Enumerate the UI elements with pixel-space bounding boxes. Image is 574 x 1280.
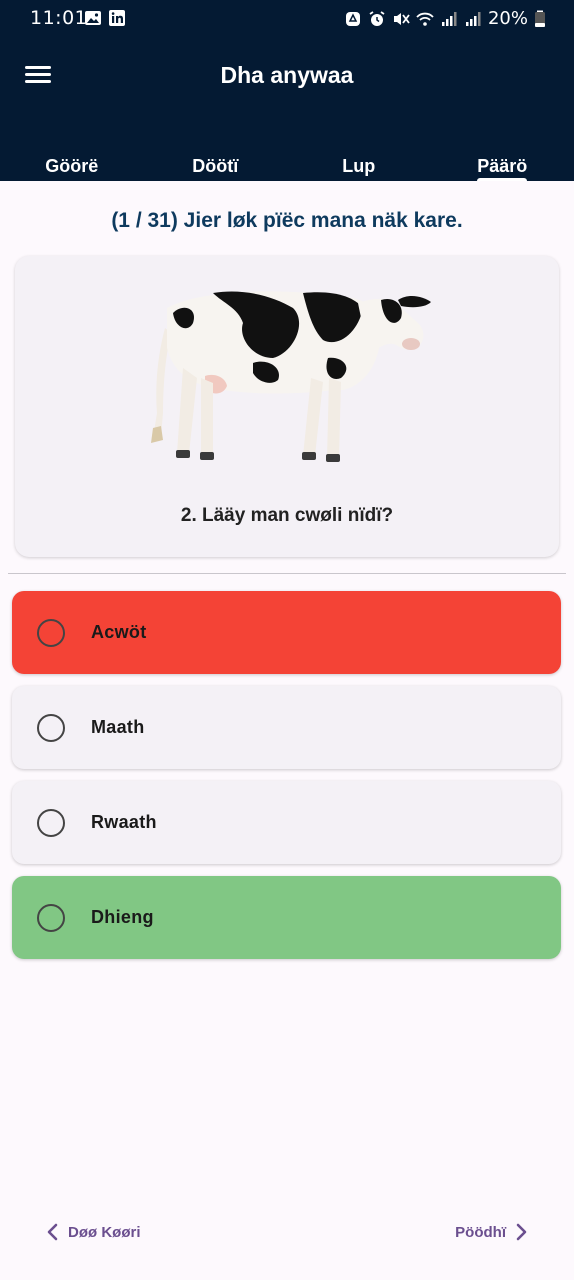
answer-option-dhieng[interactable]: Dhieng <box>12 876 561 959</box>
previous-label: Døø Køøri <box>68 1223 141 1241</box>
answer-option-rwaath[interactable]: Rwaath <box>12 781 561 864</box>
radio-icon[interactable] <box>37 714 65 742</box>
bottom-navigation: Døø Køøri Pöödhï <box>0 1214 574 1250</box>
gallery-icon <box>85 11 101 25</box>
answer-option-label: Acwöt <box>91 622 147 642</box>
wifi-icon <box>416 12 434 26</box>
battery-level: 20% <box>487 8 528 29</box>
battery-icon <box>535 10 545 27</box>
answer-option-maath[interactable]: Maath <box>12 686 561 769</box>
question-card: 2. Lääy man cwøli nïdï? <box>15 256 559 557</box>
next-label: Pöödhï <box>455 1223 506 1241</box>
signal-icon <box>465 11 481 26</box>
radio-icon[interactable] <box>37 904 65 932</box>
tab-goore[interactable]: Göörë <box>0 150 144 181</box>
recycle-icon <box>345 11 360 26</box>
quiz-progress-header: (1 / 31) Jier løk pïëc mana näk kare. <box>111 209 463 232</box>
answer-option-acwot[interactable]: Acwöt <box>12 591 561 674</box>
chevron-left-icon <box>47 1223 58 1241</box>
status-bar: 11:01 20% <box>0 0 574 38</box>
tab-indicator <box>477 178 528 181</box>
answer-option-label: Maath <box>91 717 145 737</box>
answer-option-label: Dhieng <box>91 907 154 927</box>
app-bar: 11:01 20% Dha anywaa Göörë Döötï Lup Pää… <box>0 0 574 181</box>
tab-lup[interactable]: Lup <box>287 150 431 181</box>
status-time: 11:01 <box>30 7 88 29</box>
mute-icon <box>393 12 410 25</box>
signal-icon <box>441 11 457 26</box>
tab-paaro[interactable]: Päärö <box>431 150 574 181</box>
tab-dooti[interactable]: Döötï <box>144 150 288 181</box>
radio-icon[interactable] <box>37 619 65 647</box>
previous-button[interactable]: Døø Køøri <box>46 1214 141 1250</box>
radio-icon[interactable] <box>37 809 65 837</box>
answer-option-label: Rwaath <box>91 812 157 832</box>
chevron-right-icon <box>516 1223 527 1241</box>
question-text: 2. Lääy man cwøli nïdï? <box>180 505 394 526</box>
next-button[interactable]: Pöödhï <box>455 1214 528 1250</box>
divider <box>8 573 566 574</box>
alarm-icon <box>369 10 385 26</box>
cow-illustration <box>151 291 431 462</box>
tab-bar: Göörë Döötï Lup Päärö <box>0 150 574 181</box>
linkedin-icon <box>109 10 125 26</box>
app-title: Dha anywaa <box>220 62 354 88</box>
